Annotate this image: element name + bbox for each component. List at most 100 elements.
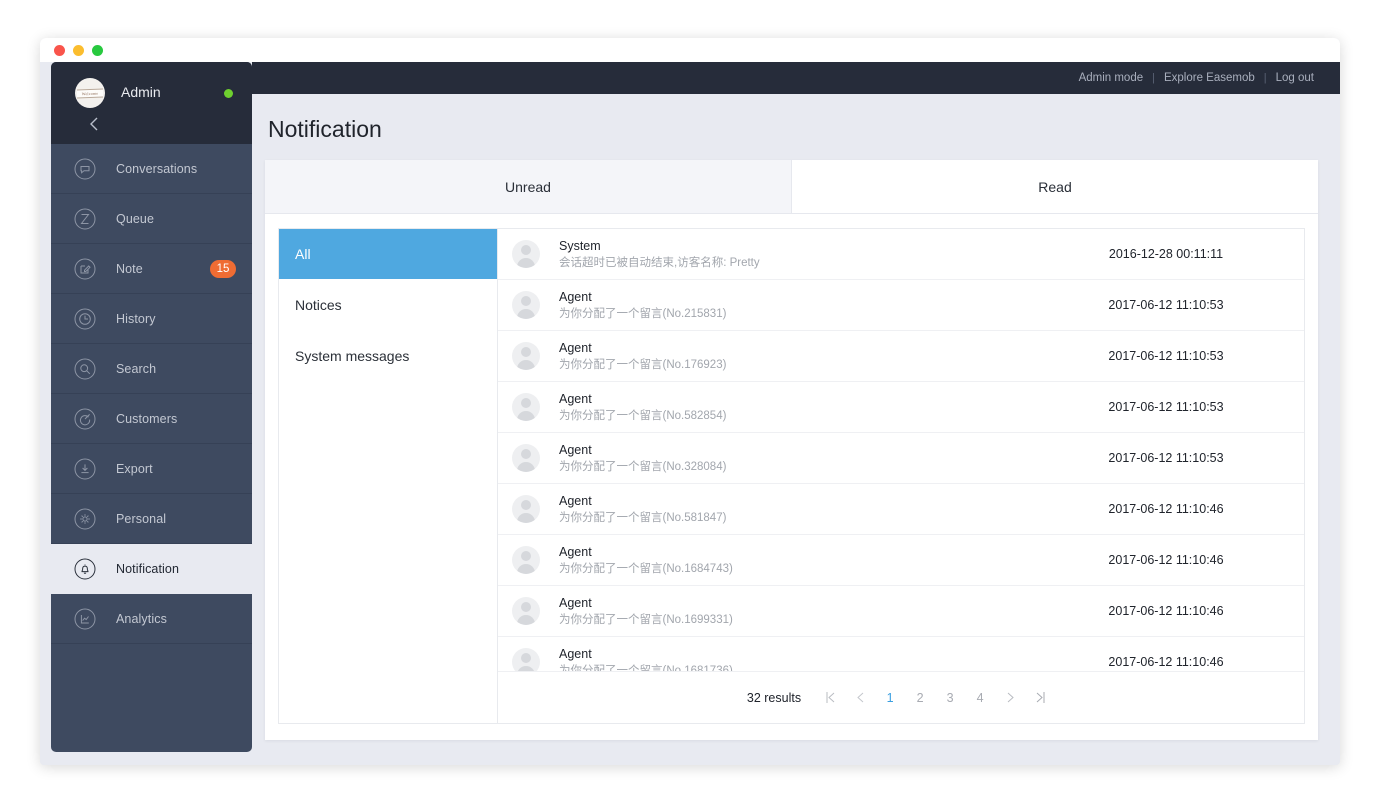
page-prev-icon[interactable] <box>845 683 875 713</box>
avatar-banner-text: Welcome <box>82 90 98 96</box>
row-message: 为你分配了一个留言(No.1684743) <box>559 561 1054 577</box>
row-text: Agent 为你分配了一个留言(No.581847) <box>559 493 1054 526</box>
user-avatar-icon <box>512 291 540 319</box>
row-text: Agent 为你分配了一个留言(No.1699331) <box>559 595 1054 628</box>
filter-label: All <box>295 246 311 262</box>
table-row[interactable]: Agent 为你分配了一个留言(No.581847) 2017-06-12 11… <box>498 484 1304 535</box>
sidebar-item-customers[interactable]: Customers <box>51 394 252 444</box>
filter-item-notices[interactable]: Notices <box>279 280 497 330</box>
row-text: Agent 为你分配了一个留言(No.1684743) <box>559 544 1054 577</box>
row-message: 为你分配了一个留言(No.328084) <box>559 459 1054 475</box>
tab-unread[interactable]: Unread <box>265 160 792 213</box>
close-window-button[interactable] <box>54 45 65 56</box>
page-last-icon[interactable] <box>1025 683 1055 713</box>
sidebar-item-analytics[interactable]: Analytics <box>51 594 252 644</box>
target-arrow-icon <box>73 407 97 431</box>
row-message: 为你分配了一个留言(No.215831) <box>559 306 1054 322</box>
sidebar-item-label: Customers <box>116 412 177 426</box>
row-text: Agent 为你分配了一个留言(No.176923) <box>559 340 1054 373</box>
avatar-banner-icon: Welcome <box>77 88 103 98</box>
table-row[interactable]: Agent 为你分配了一个留言(No.215831) 2017-06-12 11… <box>498 280 1304 331</box>
filter-label: Notices <box>295 297 342 313</box>
row-timestamp: 2017-06-12 11:10:46 <box>1054 553 1304 567</box>
notification-tabs: Unread Read <box>265 160 1318 214</box>
row-timestamp: 2016-12-28 00:11:11 <box>1054 247 1304 261</box>
log-out-link[interactable]: Log out <box>1267 72 1323 84</box>
zoom-window-button[interactable] <box>92 45 103 56</box>
row-timestamp: 2017-06-12 11:10:46 <box>1054 655 1304 669</box>
table-row[interactable]: Agent 为你分配了一个留言(No.328084) 2017-06-12 11… <box>498 433 1304 484</box>
sidebar-item-personal[interactable]: Personal <box>51 494 252 544</box>
page-number-1[interactable]: 1 <box>875 683 905 713</box>
row-text: Agent 为你分配了一个留言(No.1681736) <box>559 646 1054 673</box>
sidebar-item-note[interactable]: Note 15 <box>51 244 252 294</box>
results-count: 32 results <box>747 691 801 705</box>
page-next-icon[interactable] <box>995 683 1025 713</box>
user-avatar-icon <box>512 342 540 370</box>
row-timestamp: 2017-06-12 11:10:46 <box>1054 604 1304 618</box>
notification-list[interactable]: System 会话超时已被自动结束,访客名称: Pretty 2016-12-2… <box>498 229 1304 672</box>
row-sender: Agent <box>559 493 1054 509</box>
user-avatar-icon <box>512 393 540 421</box>
sidebar-item-label: Note <box>116 262 143 276</box>
row-message: 为你分配了一个留言(No.1699331) <box>559 612 1054 628</box>
sidebar-item-search[interactable]: Search <box>51 344 252 394</box>
sidebar-item-export[interactable]: Export <box>51 444 252 494</box>
note-unread-badge: 15 <box>210 260 236 278</box>
sidebar-item-history[interactable]: History <box>51 294 252 344</box>
filter-item-all[interactable]: All <box>279 229 497 279</box>
window-titlebar <box>40 38 1340 62</box>
row-sender: Agent <box>559 646 1054 662</box>
user-avatar-icon <box>512 240 540 268</box>
explore-easemob-link[interactable]: Explore Easemob <box>1155 72 1264 84</box>
user-avatar-icon <box>512 597 540 625</box>
user-avatar-icon <box>512 495 540 523</box>
avatar[interactable]: Welcome <box>75 78 105 108</box>
page-number-3[interactable]: 3 <box>935 683 965 713</box>
bell-icon <box>73 557 97 581</box>
line-chart-icon <box>73 607 97 631</box>
sidebar-item-label: History <box>116 312 156 326</box>
sidebar-item-label: Conversations <box>116 162 197 176</box>
table-row[interactable]: Agent 为你分配了一个留言(No.176923) 2017-06-12 11… <box>498 331 1304 382</box>
admin-mode-link[interactable]: Admin mode <box>1070 72 1153 84</box>
table-row[interactable]: Agent 为你分配了一个留言(No.1699331) 2017-06-12 1… <box>498 586 1304 637</box>
chevron-left-icon[interactable] <box>85 114 105 134</box>
tab-label: Read <box>1038 179 1071 195</box>
filter-list: All Notices System messages <box>279 229 498 723</box>
table-row[interactable]: Agent 为你分配了一个留言(No.1684743) 2017-06-12 1… <box>498 535 1304 586</box>
magnifier-icon <box>73 357 97 381</box>
row-timestamp: 2017-06-12 11:10:53 <box>1054 349 1304 363</box>
row-sender: Agent <box>559 289 1054 305</box>
tab-read[interactable]: Read <box>792 160 1318 213</box>
sidebar-item-label: Analytics <box>116 612 167 626</box>
page-first-icon[interactable] <box>815 683 845 713</box>
sidebar-item-conversations[interactable]: Conversations <box>51 144 252 194</box>
notification-list-wrapper: System 会话超时已被自动结束,访客名称: Pretty 2016-12-2… <box>498 229 1304 723</box>
sidebar-header: Welcome Admin <box>51 62 252 144</box>
table-row[interactable]: System 会话超时已被自动结束,访客名称: Pretty 2016-12-2… <box>498 229 1304 280</box>
hourglass-icon <box>73 207 97 231</box>
row-sender: System <box>559 238 1054 254</box>
app-window: Welcome Admin Convers <box>40 38 1340 765</box>
filter-label: System messages <box>295 348 409 364</box>
row-timestamp: 2017-06-12 11:10:53 <box>1054 400 1304 414</box>
sidebar-item-queue[interactable]: Queue <box>51 194 252 244</box>
row-sender: Agent <box>559 544 1054 560</box>
row-text: Agent 为你分配了一个留言(No.328084) <box>559 442 1054 475</box>
row-timestamp: 2017-06-12 11:10:53 <box>1054 298 1304 312</box>
page-number-4[interactable]: 4 <box>965 683 995 713</box>
page-title: Notification <box>252 94 1340 156</box>
filter-item-system-messages[interactable]: System messages <box>279 331 497 381</box>
notification-panel: All Notices System messages <box>278 228 1305 724</box>
main-content: Admin mode | Explore Easemob | Log out N… <box>252 62 1340 765</box>
sidebar-item-notification[interactable]: Notification <box>51 544 252 594</box>
row-message: 为你分配了一个留言(No.582854) <box>559 408 1054 424</box>
table-row[interactable]: Agent 为你分配了一个留言(No.582854) 2017-06-12 11… <box>498 382 1304 433</box>
notification-card: Unread Read All Notices <box>265 160 1318 740</box>
minimize-window-button[interactable] <box>73 45 84 56</box>
row-sender: Agent <box>559 340 1054 356</box>
row-text: Agent 为你分配了一个留言(No.215831) <box>559 289 1054 322</box>
table-row[interactable]: Agent 为你分配了一个留言(No.1681736) 2017-06-12 1… <box>498 637 1304 672</box>
page-number-2[interactable]: 2 <box>905 683 935 713</box>
